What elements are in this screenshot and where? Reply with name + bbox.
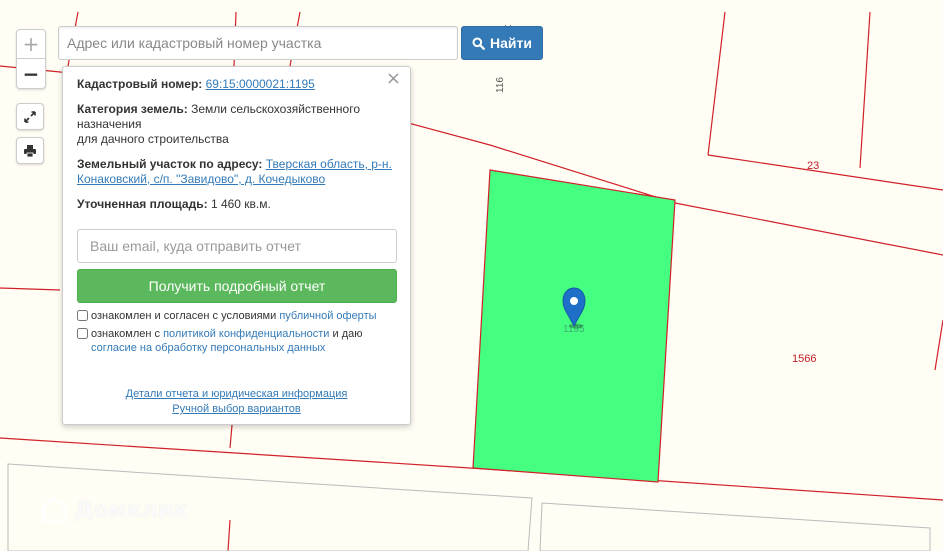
- parcel-label-23: 23: [807, 160, 819, 172]
- offer-consent-text: ознакомлен и согласен с условиями публич…: [91, 310, 377, 322]
- land-category-row: Категория земель: Земли сельскохозяйстве…: [77, 102, 396, 147]
- zoom-out-button[interactable]: −: [17, 59, 45, 88]
- privacy-consent-text: ознакомлен с политикой конфиденциальност…: [91, 328, 363, 354]
- address-link-2[interactable]: Конаковский, с/п. "Завидово", д. Кочедык…: [77, 172, 325, 186]
- privacy-policy-link[interactable]: политикой конфиденциальности: [163, 328, 329, 340]
- search-icon: [472, 37, 485, 50]
- parcel-label-116: 116: [495, 77, 506, 93]
- offer-consent-checkbox[interactable]: [77, 310, 88, 321]
- cadastral-number-label: Кадастровый номер:: [77, 77, 203, 91]
- area-row: Уточненная площадь: 1 460 кв.м.: [77, 197, 396, 212]
- email-field[interactable]: [77, 229, 397, 263]
- domclick-logo-icon: [41, 497, 67, 523]
- print-icon: [24, 144, 36, 157]
- search-button[interactable]: Найти: [461, 26, 543, 60]
- parcel-info-popup: × Кадастровый номер: 69:15:0000021:1195 …: [62, 66, 411, 425]
- personal-data-consent-link[interactable]: согласие на обработку персональных данны…: [91, 342, 325, 354]
- offer-consent-row[interactable]: ознакомлен и согласен с условиями публич…: [77, 309, 396, 323]
- area-value: 1 460 кв.м.: [210, 197, 271, 211]
- zoom-controls: + −: [16, 29, 46, 89]
- cadastral-number-row: Кадастровый номер: 69:15:0000021:1195: [77, 77, 396, 92]
- cadastral-number-link[interactable]: 69:15:0000021:1195: [206, 77, 315, 91]
- parcel-label-1566: 1566: [792, 353, 816, 365]
- privacy-consent-row[interactable]: ознакомлен с политикой конфиденциальност…: [77, 327, 396, 355]
- zoom-in-button[interactable]: +: [17, 30, 45, 59]
- domclick-watermark: Домклик: [40, 496, 188, 524]
- address-link-1[interactable]: Тверская область, р-н.: [266, 157, 392, 171]
- public-offer-link[interactable]: публичной оферты: [279, 310, 376, 322]
- fullscreen-button[interactable]: [16, 103, 44, 130]
- land-category-value-3: для дачного строительства: [77, 132, 229, 146]
- print-button[interactable]: [16, 137, 44, 164]
- watermark-text: Домклик: [74, 497, 189, 523]
- manual-selection-link[interactable]: Ручной выбор вариантов: [172, 403, 300, 415]
- expand-icon: [24, 110, 36, 123]
- land-category-label: Категория земель:: [77, 102, 188, 116]
- address-label: Земельный участок по адресу:: [77, 157, 263, 171]
- popup-footer-links: Детали отчета и юридическая информация Р…: [77, 387, 396, 417]
- report-details-link[interactable]: Детали отчета и юридическая информация: [126, 388, 348, 400]
- address-row: Земельный участок по адресу: Тверская об…: [77, 157, 396, 187]
- land-category-value-1: Земли сельскохозяйственного: [191, 102, 361, 116]
- privacy-consent-checkbox[interactable]: [77, 328, 88, 339]
- land-category-value-2: назначения: [77, 117, 142, 131]
- search-button-label: Найти: [490, 35, 532, 51]
- area-label: Уточненная площадь:: [77, 197, 208, 211]
- close-icon[interactable]: ×: [386, 70, 401, 88]
- get-report-button[interactable]: Получить подробный отчет: [77, 269, 397, 303]
- search-input[interactable]: [58, 26, 458, 60]
